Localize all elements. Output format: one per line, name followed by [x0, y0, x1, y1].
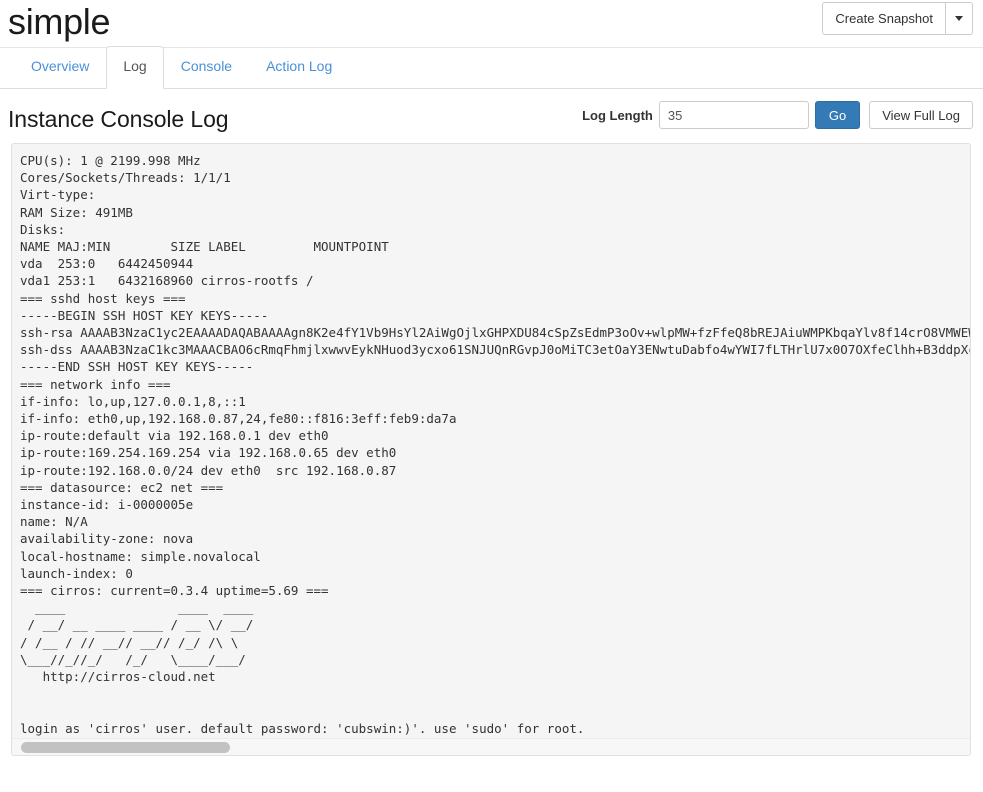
tab-action-log[interactable]: Action Log	[249, 46, 349, 89]
console-log-wrapper: CPU(s): 1 @ 2199.998 MHz Cores/Sockets/T…	[0, 132, 983, 756]
instance-tabs: Overview Log Console Action Log	[0, 46, 983, 89]
tab-log[interactable]: Log	[106, 46, 164, 89]
tab-log-link[interactable]: Log	[106, 46, 164, 89]
create-snapshot-button-group: Create Snapshot	[822, 2, 973, 35]
log-length-label: Log Length	[582, 107, 653, 123]
console-log-scroll-area[interactable]: CPU(s): 1 @ 2199.998 MHz Cores/Sockets/T…	[12, 144, 970, 738]
tab-console-link[interactable]: Console	[164, 46, 249, 89]
console-log-panel[interactable]: CPU(s): 1 @ 2199.998 MHz Cores/Sockets/T…	[11, 143, 971, 756]
tab-console[interactable]: Console	[164, 46, 249, 89]
console-log-text: CPU(s): 1 @ 2199.998 MHz Cores/Sockets/T…	[20, 153, 970, 738]
console-log-horizontal-scrollbar[interactable]	[12, 738, 970, 755]
instance-detail-page: simple Create Snapshot Overview Log Cons…	[0, 0, 983, 792]
tab-action-log-link[interactable]: Action Log	[249, 46, 349, 89]
log-length-toolbar: Log Length Go View Full Log	[582, 101, 973, 129]
page-header: simple Create Snapshot	[0, 0, 983, 48]
go-button[interactable]: Go	[814, 101, 861, 129]
tab-overview-link[interactable]: Overview	[14, 46, 106, 89]
console-log-scrollbar-thumb[interactable]	[21, 742, 230, 753]
tab-overview[interactable]: Overview	[14, 46, 106, 89]
create-snapshot-dropdown-toggle[interactable]	[945, 2, 973, 35]
log-length-input[interactable]	[658, 101, 809, 129]
view-full-log-button[interactable]: View Full Log	[869, 101, 973, 129]
chevron-down-icon	[955, 16, 963, 21]
create-snapshot-button[interactable]: Create Snapshot	[822, 2, 945, 35]
